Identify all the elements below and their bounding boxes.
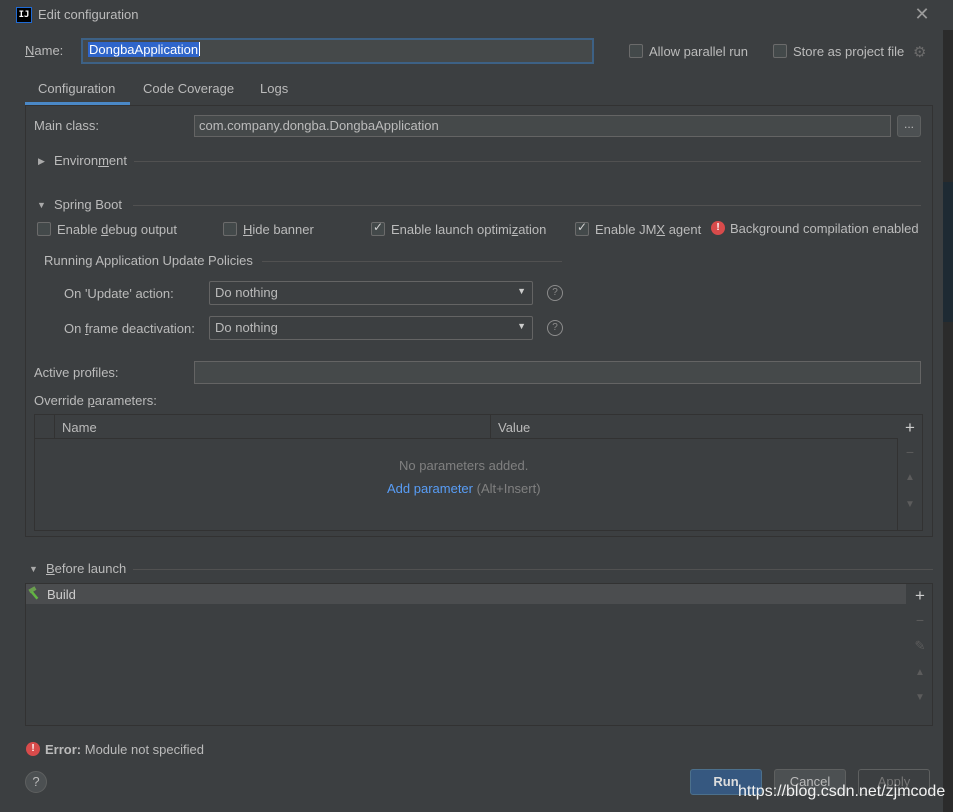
help-icon[interactable]: ?	[547, 320, 563, 336]
error-icon: !	[26, 742, 40, 756]
table-header	[35, 415, 898, 439]
tab-logs[interactable]: Logs	[260, 81, 288, 105]
spring-boot-section[interactable]: Spring Boot	[54, 197, 122, 212]
name-input[interactable]: DongbaApplication	[81, 38, 594, 64]
store-as-project-file-checkbox[interactable]	[773, 44, 787, 58]
expand-triangle-icon[interactable]: ▶	[38, 156, 45, 167]
main-class-label: Main class:	[34, 118, 100, 133]
watermark-text: https://blog.csdn.net/zjmcode	[738, 783, 946, 800]
enable-jmx-agent-label[interactable]: Enable JMX agent	[595, 222, 701, 237]
remove-icon[interactable]: −	[898, 444, 922, 460]
chevron-down-icon: ▼	[517, 286, 526, 296]
table-header-corner	[35, 415, 55, 439]
enable-launch-optimization-label[interactable]: Enable launch optimization	[391, 222, 546, 237]
remove-icon[interactable]: −	[908, 612, 932, 628]
hide-banner-checkbox[interactable]	[223, 222, 237, 236]
hide-banner-label[interactable]: Hide banner	[243, 222, 314, 237]
before-launch-list	[25, 583, 933, 726]
window-title: Edit configuration	[38, 7, 139, 22]
move-down-icon[interactable]: ▼	[898, 499, 922, 510]
environment-section[interactable]: Environment	[54, 153, 127, 168]
intellij-app-icon: IJ	[16, 7, 32, 23]
move-up-icon[interactable]: ▲	[908, 667, 932, 678]
chevron-down-icon: ▼	[517, 321, 526, 331]
enable-debug-output-checkbox[interactable]	[37, 222, 51, 236]
column-header-name[interactable]: Name	[62, 420, 97, 435]
error-message: Module not specified	[84, 742, 204, 757]
help-icon[interactable]: ?	[547, 285, 563, 301]
frame-deactivation-value: Do nothing	[215, 320, 278, 335]
background-window-panel	[943, 182, 953, 322]
name-value: DongbaApplication	[88, 42, 200, 57]
name-label: Name:	[25, 43, 64, 58]
before-launch-section[interactable]: Before launch	[46, 561, 126, 576]
collapse-triangle-icon[interactable]: ▼	[29, 564, 38, 574]
column-header-value[interactable]: Value	[498, 420, 530, 435]
update-action-dropdown[interactable]: Do nothing ▼	[209, 281, 533, 305]
divider	[134, 161, 921, 162]
add-icon[interactable]: +	[898, 418, 922, 438]
build-label: Build	[47, 587, 76, 602]
error-icon: !	[711, 221, 725, 235]
main-class-input[interactable]: com.company.dongba.DongbaApplication	[194, 115, 891, 137]
title-bar	[0, 0, 953, 30]
divider	[133, 205, 921, 206]
frame-deactivation-label: On frame deactivation:	[64, 321, 195, 336]
close-icon[interactable]: ✕	[913, 4, 931, 24]
divider	[133, 569, 933, 570]
divider	[262, 261, 562, 262]
enable-debug-output-label[interactable]: Enable debug output	[57, 222, 177, 237]
background-window-strip	[943, 0, 953, 812]
main-class-value: com.company.dongba.DongbaApplication	[199, 118, 439, 133]
gear-icon[interactable]: ⚙	[913, 43, 926, 61]
enable-jmx-agent-checkbox[interactable]	[575, 220, 589, 236]
allow-parallel-run-label[interactable]: Allow parallel run	[649, 44, 748, 59]
store-as-project-file-label[interactable]: Store as project file	[793, 44, 904, 59]
update-action-value: Do nothing	[215, 285, 278, 300]
edit-pencil-icon[interactable]: ✎	[908, 638, 932, 654]
allow-parallel-run-checkbox[interactable]	[629, 44, 643, 58]
frame-deactivation-dropdown[interactable]: Do nothing ▼	[209, 316, 533, 340]
update-action-label: On 'Update' action:	[64, 286, 174, 301]
override-parameters-label: Override parameters:	[34, 393, 157, 408]
background-compilation-status: Background compilation enabled	[730, 221, 919, 236]
text-caret	[199, 42, 201, 56]
tab-code-coverage[interactable]: Code Coverage	[143, 81, 234, 105]
active-profiles-input[interactable]	[194, 361, 921, 384]
app-icon-text: IJ	[18, 9, 30, 20]
empty-table-text: No parameters added.	[399, 458, 529, 473]
collapse-triangle-icon[interactable]: ▼	[37, 200, 46, 210]
add-icon[interactable]: +	[908, 586, 932, 606]
column-divider	[490, 415, 491, 439]
error-prefix: Error:	[45, 742, 82, 757]
add-parameter-link[interactable]: Add parameter	[387, 481, 473, 496]
before-launch-item-build[interactable]	[26, 584, 906, 604]
browse-main-class-button[interactable]: ...	[897, 115, 921, 137]
help-button[interactable]: ?	[25, 771, 47, 793]
active-profiles-label: Active profiles:	[34, 365, 119, 380]
add-parameter-shortcut: (Alt+Insert)	[476, 481, 541, 496]
move-up-icon[interactable]: ▲	[898, 472, 922, 483]
hammer-icon	[28, 586, 39, 600]
move-down-icon[interactable]: ▼	[908, 692, 932, 703]
enable-launch-optimization-checkbox[interactable]	[371, 220, 385, 236]
update-policies-heading: Running Application Update Policies	[44, 253, 253, 268]
